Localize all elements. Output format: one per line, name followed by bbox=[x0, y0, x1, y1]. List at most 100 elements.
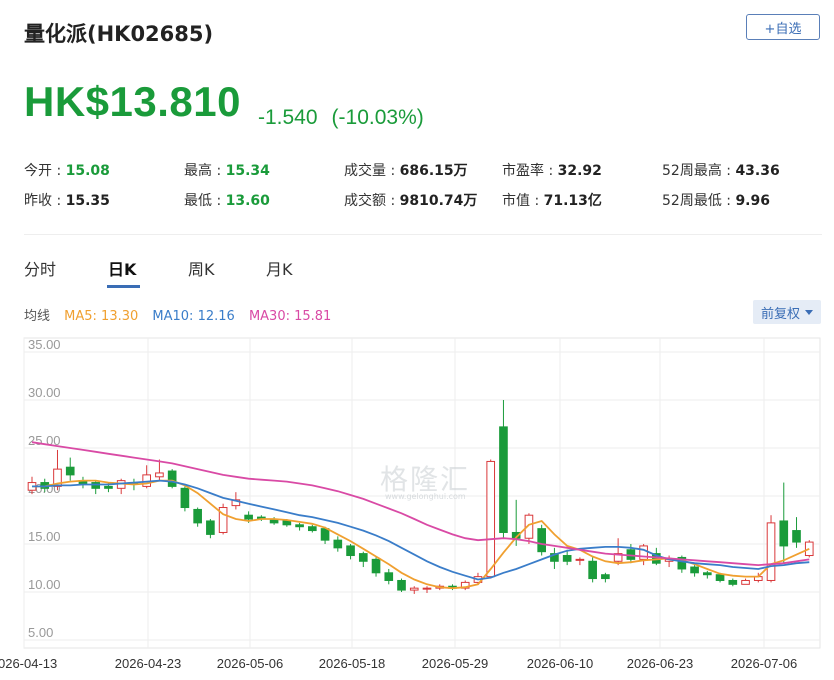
stat-turnover: 成交额 : 9810.74万 bbox=[344, 190, 477, 210]
stat-open: 今开 : 15.08 bbox=[24, 160, 110, 180]
stat-value: 32.92 bbox=[557, 163, 602, 179]
candle-body bbox=[601, 574, 610, 580]
active-tab-indicator bbox=[107, 285, 140, 288]
watermark-url: www.gelonghui.com bbox=[385, 492, 466, 501]
x-tick-label: 2026-04-23 bbox=[115, 656, 182, 671]
x-tick-label: 2026-04-13 bbox=[0, 656, 57, 671]
candle-body bbox=[422, 587, 432, 590]
tab-intraday[interactable]: 分时 bbox=[24, 256, 56, 280]
candle-body bbox=[155, 472, 164, 478]
candle-body bbox=[397, 579, 406, 591]
y-tick-label: 35.00 bbox=[28, 337, 61, 352]
candle-body bbox=[741, 579, 750, 585]
candle-body bbox=[282, 520, 292, 526]
stat-high: 最高 : 15.34 bbox=[184, 160, 270, 180]
candle-body bbox=[167, 470, 177, 487]
legend-ma5: MA5: 13.30 bbox=[64, 309, 139, 324]
candle-body bbox=[537, 528, 547, 553]
candle-body bbox=[562, 555, 572, 562]
x-tick-label: 2026-05-29 bbox=[422, 656, 489, 671]
candle-body bbox=[320, 528, 330, 541]
stat-value: 15.34 bbox=[225, 163, 270, 179]
candle-body bbox=[409, 587, 419, 591]
candle-body bbox=[180, 487, 190, 509]
candle-body bbox=[65, 466, 75, 476]
candle-body bbox=[728, 579, 738, 585]
stat-label: 成交额 : bbox=[344, 193, 400, 209]
stat-label: 52周最高 : bbox=[662, 163, 736, 179]
add-watchlist-button[interactable]: +自选 bbox=[746, 14, 820, 40]
candle-body bbox=[766, 522, 776, 581]
current-price: HK$13.810 bbox=[24, 78, 241, 125]
stat-value: 15.35 bbox=[65, 193, 110, 209]
x-tick-label: 2026-05-18 bbox=[319, 656, 386, 671]
x-tick-label: 2026-05-06 bbox=[217, 656, 284, 671]
y-tick-label: 30.00 bbox=[28, 385, 61, 400]
stat-value: 13.60 bbox=[225, 193, 270, 209]
candle-body bbox=[193, 508, 202, 524]
y-tick-label: 10.00 bbox=[28, 577, 61, 592]
candle-body bbox=[308, 526, 317, 532]
stat-label: 52周最低 : bbox=[662, 193, 736, 209]
y-tick-label: 15.00 bbox=[28, 529, 61, 544]
tab-weekly-k[interactable]: 周K bbox=[188, 256, 215, 280]
candle-body bbox=[486, 460, 496, 578]
stat-value: 15.08 bbox=[65, 163, 110, 179]
ma-legend: 均线 MA5: 13.30 MA10: 12.16 MA30: 15.81 bbox=[24, 305, 341, 324]
candle-body bbox=[703, 572, 712, 576]
candle-body bbox=[333, 539, 343, 549]
candle-body bbox=[499, 426, 508, 533]
candle-body bbox=[206, 520, 215, 535]
stat-label: 最高 : bbox=[184, 163, 226, 179]
candle-body bbox=[371, 558, 381, 574]
divider bbox=[24, 234, 822, 235]
stat-label: 成交量 : bbox=[344, 163, 400, 179]
candle-body bbox=[690, 566, 699, 574]
candle-body bbox=[91, 482, 101, 489]
candle-body bbox=[244, 514, 253, 520]
candle-body bbox=[295, 524, 304, 528]
adjust-label: 前复权 bbox=[760, 306, 800, 322]
x-tick-label: 2026-06-23 bbox=[627, 656, 694, 671]
legend-ma10: MA10: 12.16 bbox=[152, 309, 235, 324]
stat-label: 最低 : bbox=[184, 193, 226, 209]
candle-body bbox=[346, 545, 355, 557]
candle-body bbox=[358, 553, 368, 562]
candle-body bbox=[104, 485, 113, 489]
stat-label: 今开 : bbox=[24, 163, 66, 179]
x-tick-label: 2026-06-10 bbox=[527, 656, 594, 671]
legend-ma30: MA30: 15.81 bbox=[248, 309, 332, 324]
candlestick-chart[interactable]: 35.0030.0025.0020.0015.0010.005.002026-0… bbox=[0, 330, 834, 680]
stat-pe: 市盈率 : 32.92 bbox=[502, 160, 602, 180]
candle-body bbox=[792, 530, 801, 543]
price-adjust-dropdown[interactable]: 前复权 bbox=[753, 300, 821, 324]
stat-label: 市值 : bbox=[502, 193, 544, 209]
price-change: -1.540 (-10.03%) bbox=[258, 106, 424, 130]
candle-body bbox=[384, 572, 394, 581]
stat-prev-close: 昨收 : 15.35 bbox=[24, 190, 110, 210]
stat-52w-high: 52周最高 : 43.36 bbox=[662, 160, 780, 180]
stat-volume: 成交量 : 686.15万 bbox=[344, 160, 468, 180]
stat-value: 9810.74万 bbox=[399, 193, 478, 209]
stat-value: 43.36 bbox=[735, 163, 780, 179]
stat-label: 昨收 : bbox=[24, 193, 66, 209]
candle-body bbox=[779, 520, 789, 547]
tab-monthly-k[interactable]: 月K bbox=[266, 256, 293, 280]
stat-value: 686.15万 bbox=[399, 163, 468, 179]
candle-body bbox=[575, 558, 585, 561]
stat-label: 市盈率 : bbox=[502, 163, 558, 179]
chevron-down-icon bbox=[805, 309, 813, 315]
stat-low: 最低 : 13.60 bbox=[184, 190, 270, 210]
legend-label: 均线 bbox=[24, 309, 51, 324]
candle-body bbox=[715, 574, 725, 581]
stock-title: 量化派(HK02685) bbox=[24, 22, 214, 46]
tab-daily-k[interactable]: 日K bbox=[108, 256, 136, 280]
stat-value: 71.13亿 bbox=[543, 193, 602, 209]
x-tick-label: 2026-07-06 bbox=[731, 656, 798, 671]
y-tick-label: 5.00 bbox=[28, 625, 53, 640]
candle-body bbox=[588, 560, 597, 580]
change-percent: (-10.03%) bbox=[331, 106, 424, 129]
stat-52w-low: 52周最低 : 9.96 bbox=[662, 190, 770, 210]
stat-market-cap: 市值 : 71.13亿 bbox=[502, 190, 602, 210]
stat-value: 9.96 bbox=[735, 193, 770, 209]
